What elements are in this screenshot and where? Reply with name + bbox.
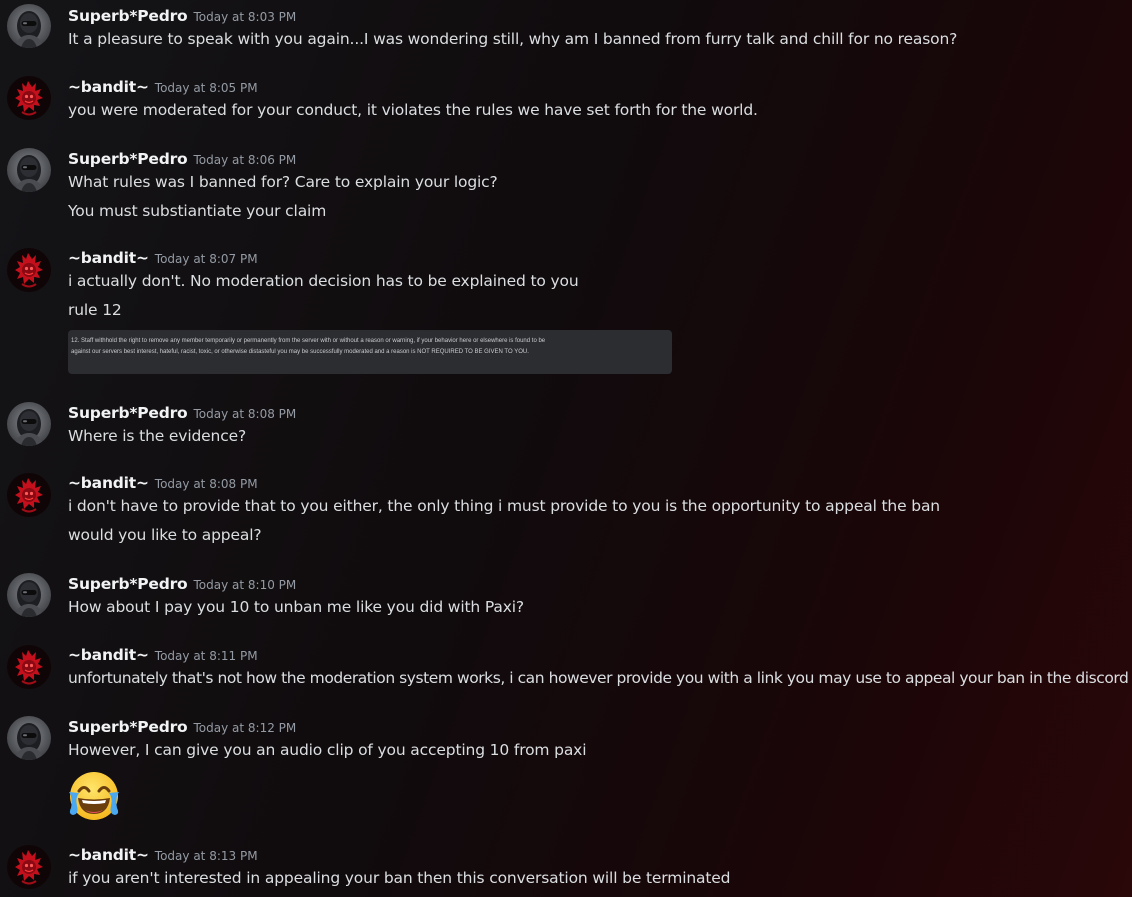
message-text: You must substiantiate your claim: [68, 202, 327, 220]
message-text: would you like to appeal?: [68, 526, 262, 544]
message-text: How about I pay you 10 to unban me like …: [68, 598, 524, 616]
tears-of-joy-emoji-icon[interactable]: [67, 768, 121, 822]
username[interactable]: Superb*Pedro: [68, 7, 188, 25]
timestamp[interactable]: Today at 8:11 PM: [155, 649, 258, 663]
message-text: i actually don't. No moderation decision…: [68, 272, 579, 290]
message-text: i don't have to provide that to you eith…: [68, 497, 940, 515]
red-dragon-avatar-icon[interactable]: [7, 76, 51, 120]
robot-avatar-icon[interactable]: [7, 716, 51, 760]
timestamp[interactable]: Today at 8:10 PM: [194, 578, 297, 592]
robot-avatar-icon[interactable]: [7, 148, 51, 192]
message-header: ~bandit~ Today at 8:13 PM: [68, 845, 258, 864]
username[interactable]: ~bandit~: [68, 846, 149, 864]
rule-screenshot-embed[interactable]: 12. Staff withhold the right to remove a…: [68, 330, 672, 374]
timestamp[interactable]: Today at 8:05 PM: [155, 81, 258, 95]
timestamp[interactable]: Today at 8:13 PM: [155, 849, 258, 863]
username[interactable]: Superb*Pedro: [68, 150, 188, 168]
message-text: However, I can give you an audio clip of…: [68, 741, 587, 759]
username[interactable]: Superb*Pedro: [68, 575, 188, 593]
username[interactable]: ~bandit~: [68, 78, 149, 96]
username[interactable]: ~bandit~: [68, 474, 149, 492]
message-text: unfortunately that's not how the moderat…: [68, 669, 1129, 687]
red-dragon-avatar-icon[interactable]: [7, 645, 51, 689]
timestamp[interactable]: Today at 8:07 PM: [155, 252, 258, 266]
message-text: if you aren't interested in appealing yo…: [68, 869, 731, 887]
message-header: Superb*Pedro Today at 8:10 PM: [68, 574, 296, 593]
message-header: ~bandit~ Today at 8:08 PM: [68, 473, 258, 492]
message-header: ~bandit~ Today at 8:07 PM: [68, 248, 258, 267]
message-header: ~bandit~ Today at 8:11 PM: [68, 645, 258, 664]
username[interactable]: ~bandit~: [68, 646, 149, 664]
message-text: What rules was I banned for? Care to exp…: [68, 173, 498, 191]
timestamp[interactable]: Today at 8:03 PM: [194, 10, 297, 24]
red-dragon-avatar-icon[interactable]: [7, 248, 51, 292]
timestamp[interactable]: Today at 8:08 PM: [155, 477, 258, 491]
username[interactable]: Superb*Pedro: [68, 718, 188, 736]
username[interactable]: ~bandit~: [68, 249, 149, 267]
message-text: you were moderated for your conduct, it …: [68, 101, 758, 119]
timestamp[interactable]: Today at 8:08 PM: [194, 407, 297, 421]
message-header: ~bandit~ Today at 8:05 PM: [68, 77, 258, 96]
message-text: rule 12: [68, 301, 122, 319]
timestamp[interactable]: Today at 8:12 PM: [194, 721, 297, 735]
message-header: Superb*Pedro Today at 8:06 PM: [68, 149, 296, 168]
embed-text: against our servers best interest, hatef…: [71, 348, 529, 355]
red-dragon-avatar-icon[interactable]: [7, 845, 51, 889]
robot-avatar-icon[interactable]: [7, 402, 51, 446]
robot-avatar-icon[interactable]: [7, 573, 51, 617]
message-text: Where is the evidence?: [68, 427, 247, 445]
timestamp[interactable]: Today at 8:06 PM: [194, 153, 297, 167]
embed-text: 12. Staff withhold the right to remove a…: [71, 338, 546, 344]
red-dragon-avatar-icon[interactable]: [7, 473, 51, 517]
message-header: Superb*Pedro Today at 8:08 PM: [68, 403, 296, 422]
username[interactable]: Superb*Pedro: [68, 404, 188, 422]
message-header: Superb*Pedro Today at 8:03 PM: [68, 6, 296, 25]
robot-avatar-icon[interactable]: [7, 4, 51, 48]
message-text: It a pleasure to speak with you again...…: [68, 30, 958, 48]
message-header: Superb*Pedro Today at 8:12 PM: [68, 717, 296, 736]
